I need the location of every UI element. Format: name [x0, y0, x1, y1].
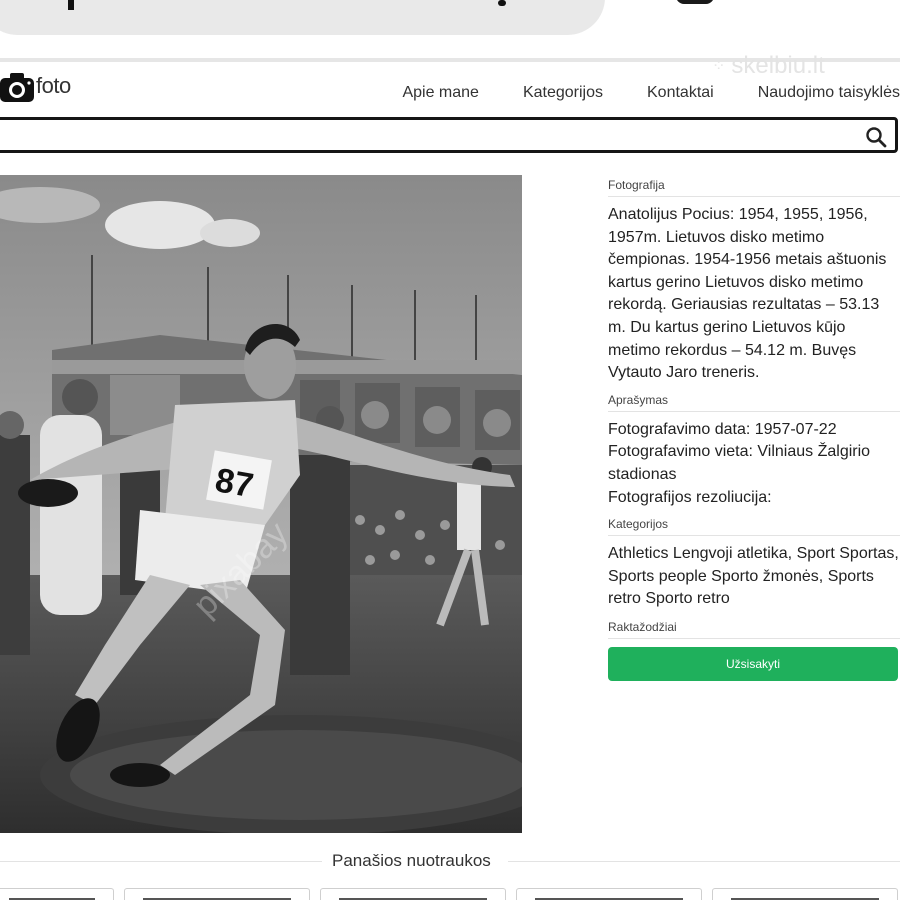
photo-resolution: Fotografijos rezoliucija: — [608, 488, 772, 506]
similar-thumbnail[interactable] — [516, 888, 702, 900]
top-icon[interactable] — [676, 0, 714, 4]
similar-thumbnail[interactable] — [320, 888, 506, 900]
similar-photos-title: Panašios nuotraukos — [330, 851, 493, 871]
category-link[interactable]: Sports people Sporto žmonės, — [608, 568, 823, 585]
top-bar-glyph — [68, 0, 74, 10]
nav-categories[interactable]: Kategorijos — [523, 84, 603, 102]
shooting-date: Fotografavimo data: 1957-07-22 — [608, 420, 837, 438]
photo-description: Anatolijus Pocius: 1954, 1955, 1956, 195… — [608, 206, 887, 382]
top-bar-remnant — [0, 0, 605, 35]
similar-thumbnail[interactable] — [0, 888, 114, 900]
search-input[interactable] — [0, 120, 857, 150]
similar-thumbnails — [0, 888, 900, 900]
nav-contacts[interactable]: Kontaktai — [647, 84, 714, 102]
watermark-logo-icon: ⁘ — [712, 58, 726, 75]
discus-thrower-photo: 87 pixabay — [0, 175, 522, 833]
bib-number: 87 — [212, 461, 256, 505]
site-logo[interactable]: foto — [0, 72, 71, 102]
description-details: Fotografavimo data: 1957-07-22 Fotografa… — [608, 419, 900, 509]
similar-thumbnail[interactable] — [712, 888, 898, 900]
section-title-description: Aprašymas — [608, 393, 900, 412]
search-icon[interactable] — [865, 126, 887, 148]
main-nav: Apie mane Kategorijos Kontaktai Naudojim… — [358, 84, 900, 102]
section-title-keywords: Raktažodžiai — [608, 620, 900, 639]
nav-terms[interactable]: Naudojimo taisyklės — [758, 84, 900, 102]
search-bar — [0, 117, 898, 153]
similar-divider-left — [0, 861, 322, 862]
shooting-place: Fotografavimo vieta: Vilniaus Žalgirio s… — [608, 443, 871, 483]
logo-text: foto — [36, 73, 71, 98]
photo-info-panel: Fotografija Anatolijus Pocius: 1954, 195… — [608, 178, 900, 681]
nav-about[interactable]: Apie mane — [402, 84, 479, 102]
watermark-text: skelbiu.lt — [731, 52, 825, 79]
section-title-categories: Kategorijos — [608, 517, 900, 537]
section-title-photo: Fotografija — [608, 178, 900, 197]
similar-thumbnail[interactable] — [124, 888, 310, 900]
main-photo[interactable]: 87 pixabay — [0, 175, 522, 833]
category-link[interactable]: Sport Sportas, — [797, 545, 899, 562]
subscribe-button[interactable]: Užsisakyti — [608, 646, 898, 681]
category-list: Athletics Lengvoji atletika, Sport Sport… — [608, 543, 900, 611]
similar-divider-right — [508, 861, 900, 862]
camera-icon — [0, 72, 34, 102]
top-bar-glyph — [498, 0, 506, 6]
category-link[interactable]: Athletics Lengvoji atletika, — [608, 545, 792, 562]
skelbiu-watermark: ⁘ skelbiu.lt — [712, 52, 825, 80]
